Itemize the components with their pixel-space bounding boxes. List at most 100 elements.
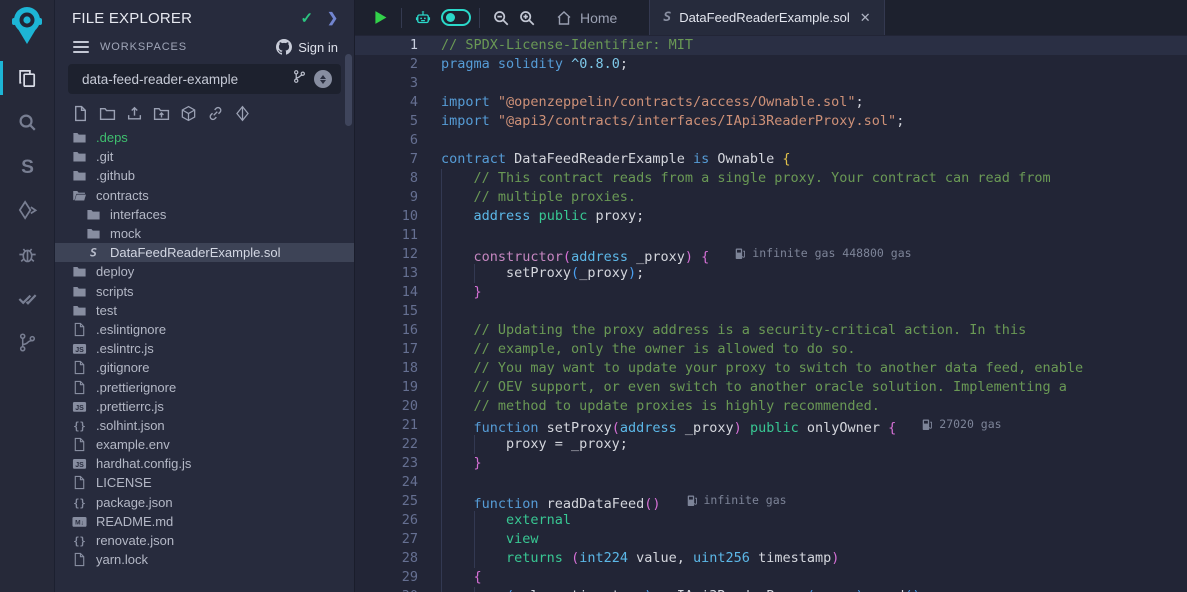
remix-logo-icon[interactable] (8, 4, 46, 48)
load-module-icon[interactable] (180, 105, 197, 122)
file-tree-item-mock[interactable]: mock (55, 224, 354, 243)
zoom-out-button[interactable] (488, 5, 514, 31)
code-line-9[interactable]: 9 // multiple proxies. (355, 188, 1187, 207)
line-number[interactable]: 23 (355, 454, 418, 473)
file-tree-item-interfaces[interactable]: interfaces (55, 205, 354, 224)
line-number[interactable]: 10 (355, 207, 418, 226)
code-line-30[interactable]: 30 (value, timestamp) = IApi3ReaderProxy… (355, 587, 1187, 592)
line-number[interactable]: 3 (355, 74, 418, 93)
code-line-3[interactable]: 3 (355, 74, 1187, 93)
line-number[interactable]: 4 (355, 93, 418, 112)
line-number[interactable]: 9 (355, 188, 418, 207)
line-number[interactable]: 29 (355, 568, 418, 587)
line-number[interactable]: 17 (355, 340, 418, 359)
file-tree-item-hardhat.config.js[interactable]: JShardhat.config.js (55, 454, 354, 473)
line-number[interactable]: 27 (355, 530, 418, 549)
code-line-12[interactable]: 12 constructor(address _proxy) {infinite… (355, 245, 1187, 264)
file-tree-item-.solhint.json[interactable]: {}.solhint.json (55, 416, 354, 435)
code-line-19[interactable]: 19 // OEV support, or even switch to ano… (355, 378, 1187, 397)
code-line-8[interactable]: 8 // This contract reads from a single p… (355, 169, 1187, 188)
file-tree-item-.git[interactable]: .git (55, 147, 354, 166)
activity-deploy-and-run-icon[interactable] (0, 188, 55, 232)
file-tree-item-.github[interactable]: .github (55, 166, 354, 185)
tab-datafeedreaderexample-sol[interactable]: S DataFeedReaderExample.sol ✕ (649, 0, 884, 35)
line-number[interactable]: 19 (355, 378, 418, 397)
line-number[interactable]: 20 (355, 397, 418, 416)
line-number[interactable]: 18 (355, 359, 418, 378)
line-number[interactable]: 5 (355, 112, 418, 131)
code-line-24[interactable]: 24 (355, 473, 1187, 492)
code-line-17[interactable]: 17 // example, only the owner is allowed… (355, 340, 1187, 359)
file-tree-item-.prettierrc.js[interactable]: JS.prettierrc.js (55, 397, 354, 416)
code-line-18[interactable]: 18 // You may want to update your proxy … (355, 359, 1187, 378)
code-line-20[interactable]: 20 // method to update proxies is highly… (355, 397, 1187, 416)
line-number[interactable]: 25 (355, 492, 418, 511)
code-line-13[interactable]: 13 setProxy(_proxy); (355, 264, 1187, 283)
code-line-14[interactable]: 14 } (355, 283, 1187, 302)
code-line-4[interactable]: 4import "@openzeppelin/contracts/access/… (355, 93, 1187, 112)
code-line-5[interactable]: 5import "@api3/contracts/interfaces/IApi… (355, 112, 1187, 131)
github-sign-in-button[interactable]: Sign in (276, 39, 338, 55)
accept-check-icon[interactable]: ✓ (301, 9, 314, 27)
line-number[interactable]: 28 (355, 549, 418, 568)
line-number[interactable]: 2 (355, 55, 418, 74)
line-number[interactable]: 13 (355, 264, 418, 283)
file-tree-item-.eslintrc.js[interactable]: JS.eslintrc.js (55, 339, 354, 358)
code-line-25[interactable]: 25 function readDataFeed()infinite gas (355, 492, 1187, 511)
activity-debugger-icon[interactable] (0, 232, 55, 276)
line-number[interactable]: 6 (355, 131, 418, 150)
line-number[interactable]: 12 (355, 245, 418, 264)
activity-search-icon[interactable] (0, 100, 55, 144)
line-number[interactable]: 11 (355, 226, 418, 245)
activity-file-explorer-icon[interactable] (0, 56, 55, 100)
collapse-chevron-icon[interactable]: ❯ (327, 10, 338, 26)
line-number[interactable]: 21 (355, 416, 418, 435)
code-line-22[interactable]: 22 proxy = _proxy; (355, 435, 1187, 454)
line-number[interactable]: 1 (355, 36, 418, 55)
new-file-icon[interactable] (72, 105, 89, 122)
file-tree-item-scripts[interactable]: scripts (55, 282, 354, 301)
code-line-26[interactable]: 26 external (355, 511, 1187, 530)
import-from-url-icon[interactable] (207, 105, 224, 122)
file-tree-item-readme.md[interactable]: M↓README.md (55, 512, 354, 531)
git-branch-icon[interactable] (292, 69, 307, 89)
workspaces-menu-icon[interactable] (73, 41, 89, 53)
code-line-10[interactable]: 10 address public proxy; (355, 207, 1187, 226)
file-tree-item-deploy[interactable]: deploy (55, 262, 354, 281)
code-line-7[interactable]: 7contract DataFeedReaderExample is Ownab… (355, 150, 1187, 169)
close-tab-icon[interactable]: ✕ (860, 10, 871, 26)
code-line-11[interactable]: 11 (355, 226, 1187, 245)
new-folder-icon[interactable] (99, 105, 116, 122)
line-number[interactable]: 26 (355, 511, 418, 530)
code-line-2[interactable]: 2pragma solidity ^0.8.0; (355, 55, 1187, 74)
file-tree-item-.eslintignore[interactable]: .eslintignore (55, 320, 354, 339)
file-tree-item-test[interactable]: test (55, 301, 354, 320)
zoom-in-button[interactable] (514, 5, 540, 31)
line-number[interactable]: 22 (355, 435, 418, 454)
upload-file-icon[interactable] (126, 105, 143, 122)
ai-copilot-icon[interactable] (410, 5, 436, 31)
line-number[interactable]: 7 (355, 150, 418, 169)
code-line-23[interactable]: 23 } (355, 454, 1187, 473)
file-tree-item-renovate.json[interactable]: {}renovate.json (55, 531, 354, 550)
upload-folder-icon[interactable] (153, 105, 170, 122)
line-number[interactable]: 15 (355, 302, 418, 321)
line-number[interactable]: 14 (355, 283, 418, 302)
activity-git-icon[interactable] (0, 320, 55, 364)
tab-home[interactable]: Home (556, 10, 617, 26)
code-editor[interactable]: 1// SPDX-License-Identifier: MIT2pragma … (355, 35, 1187, 592)
code-line-29[interactable]: 29 { (355, 568, 1187, 587)
code-line-15[interactable]: 15 (355, 302, 1187, 321)
workspace-dropdown-icon[interactable] (314, 70, 332, 88)
panel-scrollbar[interactable] (345, 54, 352, 126)
code-line-21[interactable]: 21 function setProxy(address _proxy) pub… (355, 416, 1187, 435)
file-tree-item-contracts[interactable]: contracts (55, 186, 354, 205)
line-number[interactable]: 24 (355, 473, 418, 492)
line-number[interactable]: 8 (355, 169, 418, 188)
file-tree-item-yarn.lock[interactable]: yarn.lock (55, 550, 354, 569)
file-tree-item-datafeedreaderexample.sol[interactable]: SDataFeedReaderExample.sol (55, 243, 354, 262)
code-line-28[interactable]: 28 returns (int224 value, uint256 timest… (355, 549, 1187, 568)
line-number[interactable]: 30 (355, 587, 418, 592)
run-script-button[interactable] (367, 5, 393, 31)
code-line-1[interactable]: 1// SPDX-License-Identifier: MIT (355, 36, 1187, 55)
